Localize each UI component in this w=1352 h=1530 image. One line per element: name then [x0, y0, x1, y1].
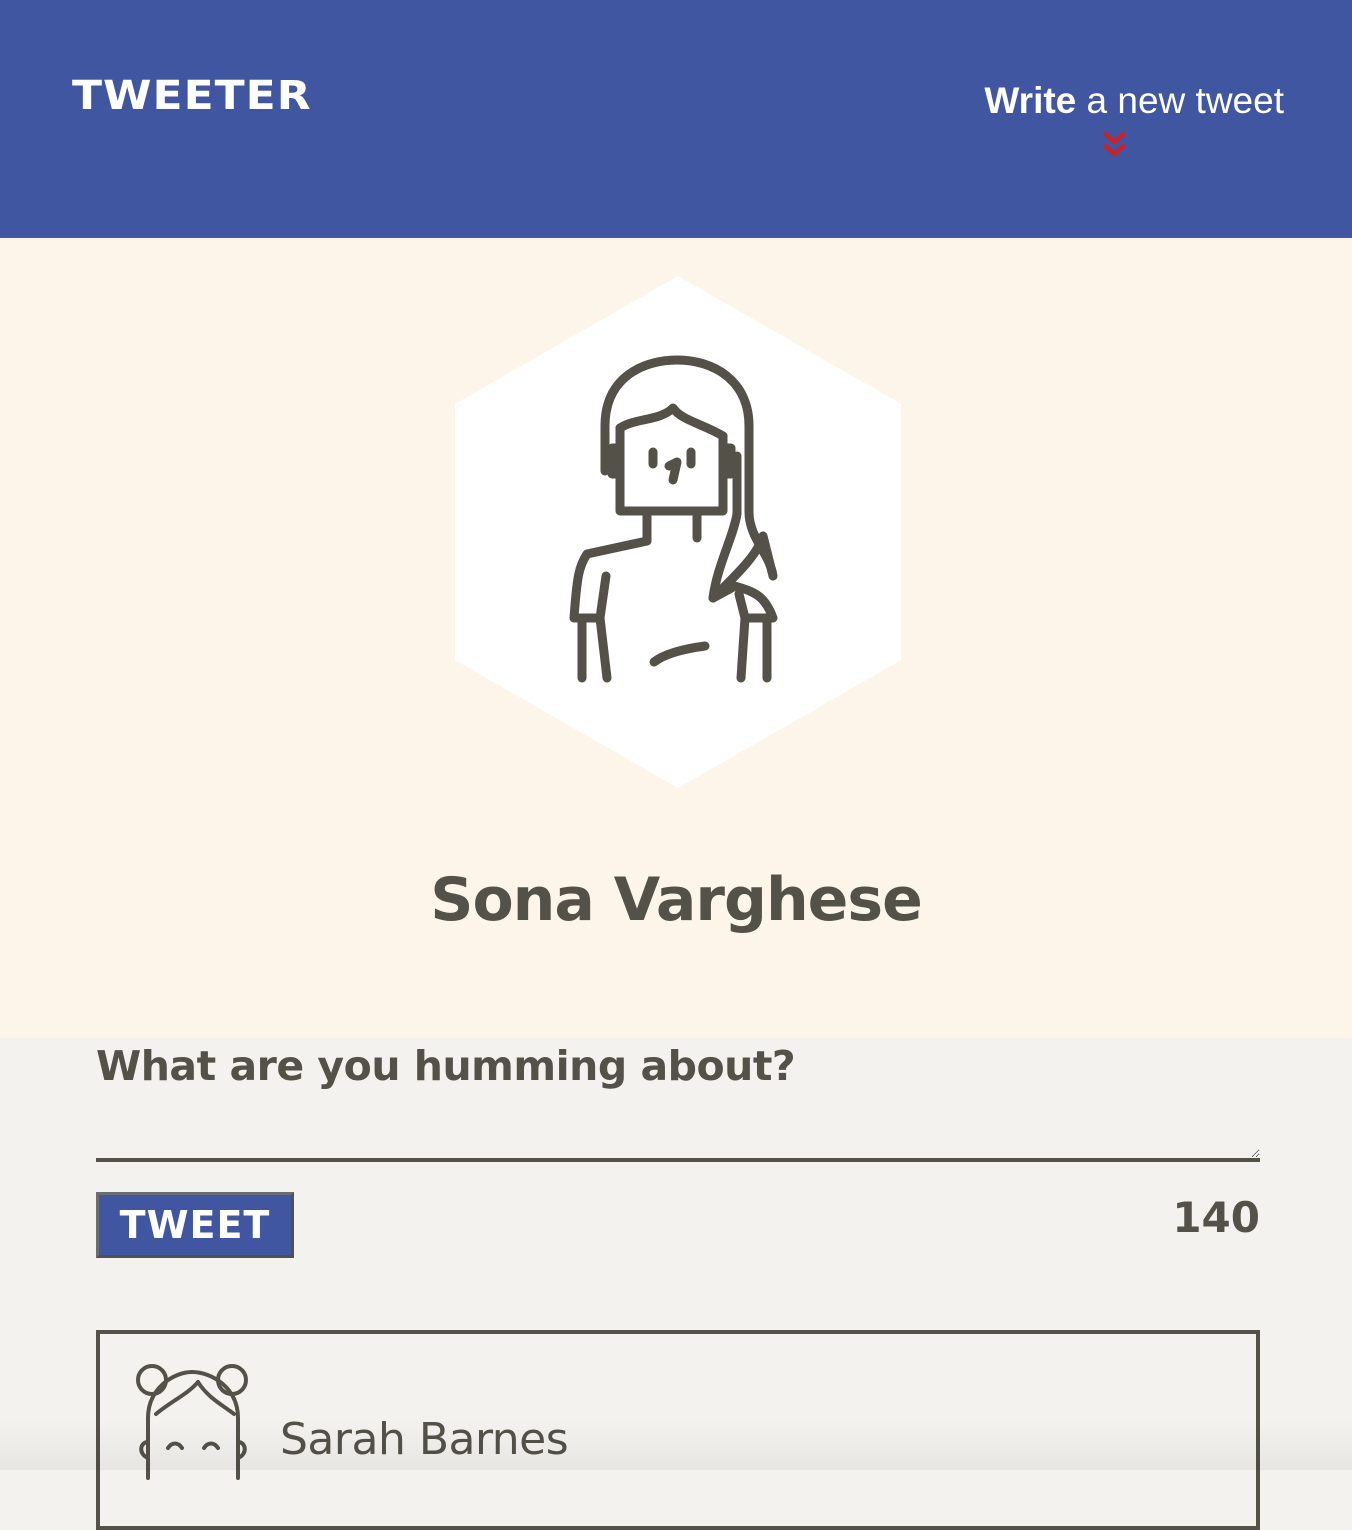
compose-label: What are you humming about? — [96, 1042, 796, 1090]
write-new-tweet-label: Write a new tweet — [984, 78, 1284, 124]
double-chevron-down-icon[interactable] — [1101, 130, 1127, 160]
woman-avatar-icon — [136, 1364, 248, 1480]
top-nav: TWEETER Write a new tweet — [0, 0, 1352, 238]
tweet-card: Sarah Barnes — [96, 1330, 1260, 1530]
tweet-textarea[interactable] — [96, 1100, 1260, 1162]
profile-name: Sona Varghese — [430, 865, 923, 935]
profile-avatar — [455, 276, 901, 788]
tweet-author-name: Sarah Barnes — [280, 1414, 569, 1465]
write-new-tweet-bold: Write — [984, 80, 1077, 121]
brand-logo: TWEETER — [72, 72, 312, 119]
character-counter: 140 — [1172, 1193, 1260, 1242]
avatar-hexagon-background — [455, 276, 901, 788]
tweet-submit-button[interactable]: TWEET — [96, 1192, 294, 1258]
write-new-tweet-rest: a new tweet — [1076, 80, 1284, 121]
profile-header: Sona Varghese — [0, 238, 1352, 1038]
write-new-tweet-toggle[interactable]: Write a new tweet — [964, 78, 1284, 168]
